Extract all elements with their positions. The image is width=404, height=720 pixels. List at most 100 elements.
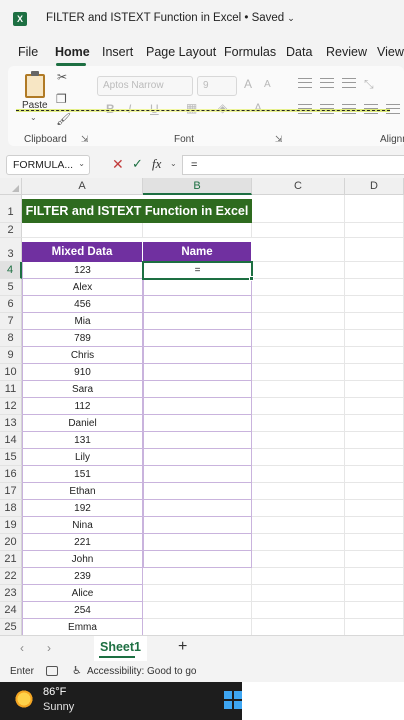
- column-header-a[interactable]: A: [22, 178, 143, 195]
- column-header-c[interactable]: C: [252, 178, 345, 195]
- tab-file[interactable]: File: [18, 45, 38, 59]
- weather-temperature[interactable]: 86°F: [43, 686, 66, 698]
- grid-cell[interactable]: [252, 279, 345, 296]
- data-cell-b11[interactable]: [143, 381, 252, 398]
- data-cell-b5[interactable]: [143, 279, 252, 296]
- grid-cell[interactable]: [345, 330, 404, 347]
- data-cell-a14[interactable]: 131: [22, 432, 143, 449]
- grid-cell[interactable]: [252, 398, 345, 415]
- enter-icon[interactable]: ✓: [132, 156, 143, 172]
- chevron-down-icon[interactable]: ⌄: [78, 159, 85, 168]
- data-cell-a6[interactable]: 456: [22, 296, 143, 313]
- row-header-25[interactable]: 25: [0, 619, 22, 635]
- data-cell-a11[interactable]: Sara: [22, 381, 143, 398]
- grid-cell[interactable]: [252, 262, 345, 279]
- grid-cell[interactable]: [345, 551, 404, 568]
- data-cell-a13[interactable]: Daniel: [22, 415, 143, 432]
- row-header-16[interactable]: 16: [0, 466, 22, 483]
- header-mixed-data[interactable]: Mixed Data: [22, 242, 143, 262]
- data-cell-b12[interactable]: [143, 398, 252, 415]
- grid-cell[interactable]: [345, 238, 404, 262]
- row-header-15[interactable]: 15: [0, 449, 22, 466]
- grid-cell[interactable]: [252, 568, 345, 585]
- grid-cell[interactable]: [345, 415, 404, 432]
- grid-cell[interactable]: [345, 568, 404, 585]
- grid-cell[interactable]: [252, 619, 345, 635]
- fill-handle[interactable]: [249, 276, 254, 281]
- row-header-24[interactable]: 24: [0, 602, 22, 619]
- row-header-2[interactable]: 2: [0, 223, 22, 238]
- function-icon[interactable]: fx: [152, 156, 161, 172]
- grid-cell[interactable]: [252, 195, 345, 223]
- macro-recording-icon[interactable]: [46, 666, 58, 676]
- grid-cell[interactable]: [252, 551, 345, 568]
- row-header-20[interactable]: 20: [0, 534, 22, 551]
- add-sheet-icon[interactable]: +: [178, 638, 187, 656]
- grid-cell[interactable]: [345, 296, 404, 313]
- row-header-12[interactable]: 12: [0, 398, 22, 415]
- increase-font-icon[interactable]: A: [244, 77, 252, 91]
- grid-cell[interactable]: [345, 483, 404, 500]
- grid-cell[interactable]: [252, 330, 345, 347]
- data-cell-b6[interactable]: [143, 296, 252, 313]
- borders-icon[interactable]: ▦: [186, 101, 197, 115]
- paste-icon[interactable]: [25, 71, 45, 98]
- spreadsheet-grid[interactable]: A B C D 1 2 3 4 5 6 7 8 9 10 11 12 13 14 15 16 17 18 19 20 21 22 2…: [0, 178, 404, 635]
- accessibility-status[interactable]: Accessibility: Good to go: [87, 666, 197, 677]
- grid-cell[interactable]: [252, 585, 345, 602]
- cancel-icon[interactable]: ✕: [112, 156, 124, 173]
- data-cell-a5[interactable]: Alex: [22, 279, 143, 296]
- grid-cell[interactable]: [345, 432, 404, 449]
- data-cell-b14[interactable]: [143, 432, 252, 449]
- tab-review[interactable]: Review: [326, 45, 367, 59]
- data-cell-a9[interactable]: Chris: [22, 347, 143, 364]
- grid-cell[interactable]: [345, 534, 404, 551]
- data-cell-b13[interactable]: [143, 415, 252, 432]
- data-cell-a18[interactable]: 192: [22, 500, 143, 517]
- row-header-21[interactable]: 21: [0, 551, 22, 568]
- data-cell-b9[interactable]: [143, 347, 252, 364]
- data-cell-a17[interactable]: Ethan: [22, 483, 143, 500]
- row-header-1[interactable]: 1: [0, 195, 22, 223]
- format-painter-icon[interactable]: 🖌: [56, 112, 71, 126]
- grid-cell[interactable]: [345, 223, 404, 238]
- grid-cell[interactable]: [252, 238, 345, 262]
- tab-view[interactable]: View: [377, 45, 404, 59]
- grid-cell[interactable]: [345, 602, 404, 619]
- grid-cell[interactable]: [345, 466, 404, 483]
- workbook-title[interactable]: FILTER and ISTEXT Function in Excel • Sa…: [46, 12, 295, 24]
- chevron-down-icon[interactable]: ⌄: [170, 159, 177, 168]
- grid-cell[interactable]: [345, 364, 404, 381]
- grid-cell[interactable]: [252, 466, 345, 483]
- data-cell-a4[interactable]: 123: [22, 262, 143, 279]
- grid-cell[interactable]: [345, 262, 404, 279]
- column-header-d[interactable]: D: [345, 178, 404, 195]
- row-header-4[interactable]: 4: [0, 262, 22, 279]
- grid-cell[interactable]: [252, 449, 345, 466]
- decrease-font-icon[interactable]: A: [264, 79, 271, 90]
- data-cell-a7[interactable]: Mia: [22, 313, 143, 330]
- name-box[interactable]: FORMULA... ⌄: [6, 155, 90, 175]
- accessibility-icon[interactable]: ♿: [72, 664, 82, 677]
- data-cell-b15[interactable]: [143, 449, 252, 466]
- grid-cell[interactable]: [252, 517, 345, 534]
- active-cell-b4[interactable]: [142, 261, 253, 280]
- data-cell-a10[interactable]: 910: [22, 364, 143, 381]
- grid-cell[interactable]: [252, 500, 345, 517]
- grid-cell[interactable]: [252, 432, 345, 449]
- data-cell-a21[interactable]: John: [22, 551, 143, 568]
- data-cell-a25[interactable]: Emma: [22, 619, 143, 635]
- sheet-title-cell[interactable]: FILTER and ISTEXT Function in Excel: [22, 199, 252, 223]
- grid-cell[interactable]: [252, 483, 345, 500]
- row-header-14[interactable]: 14: [0, 432, 22, 449]
- clipboard-launcher-icon[interactable]: ⇲: [81, 134, 89, 145]
- row-header-3[interactable]: 3: [0, 238, 22, 262]
- align-middle-icon[interactable]: [320, 78, 334, 88]
- row-header-11[interactable]: 11: [0, 381, 22, 398]
- copy-icon[interactable]: ❐: [56, 92, 67, 106]
- data-cell-b8[interactable]: [143, 330, 252, 347]
- paste-dropdown-icon[interactable]: ⌄: [30, 113, 37, 122]
- data-cell-b19[interactable]: [143, 517, 252, 534]
- grid-cell[interactable]: [345, 195, 404, 223]
- font-color-icon[interactable]: A: [254, 101, 262, 115]
